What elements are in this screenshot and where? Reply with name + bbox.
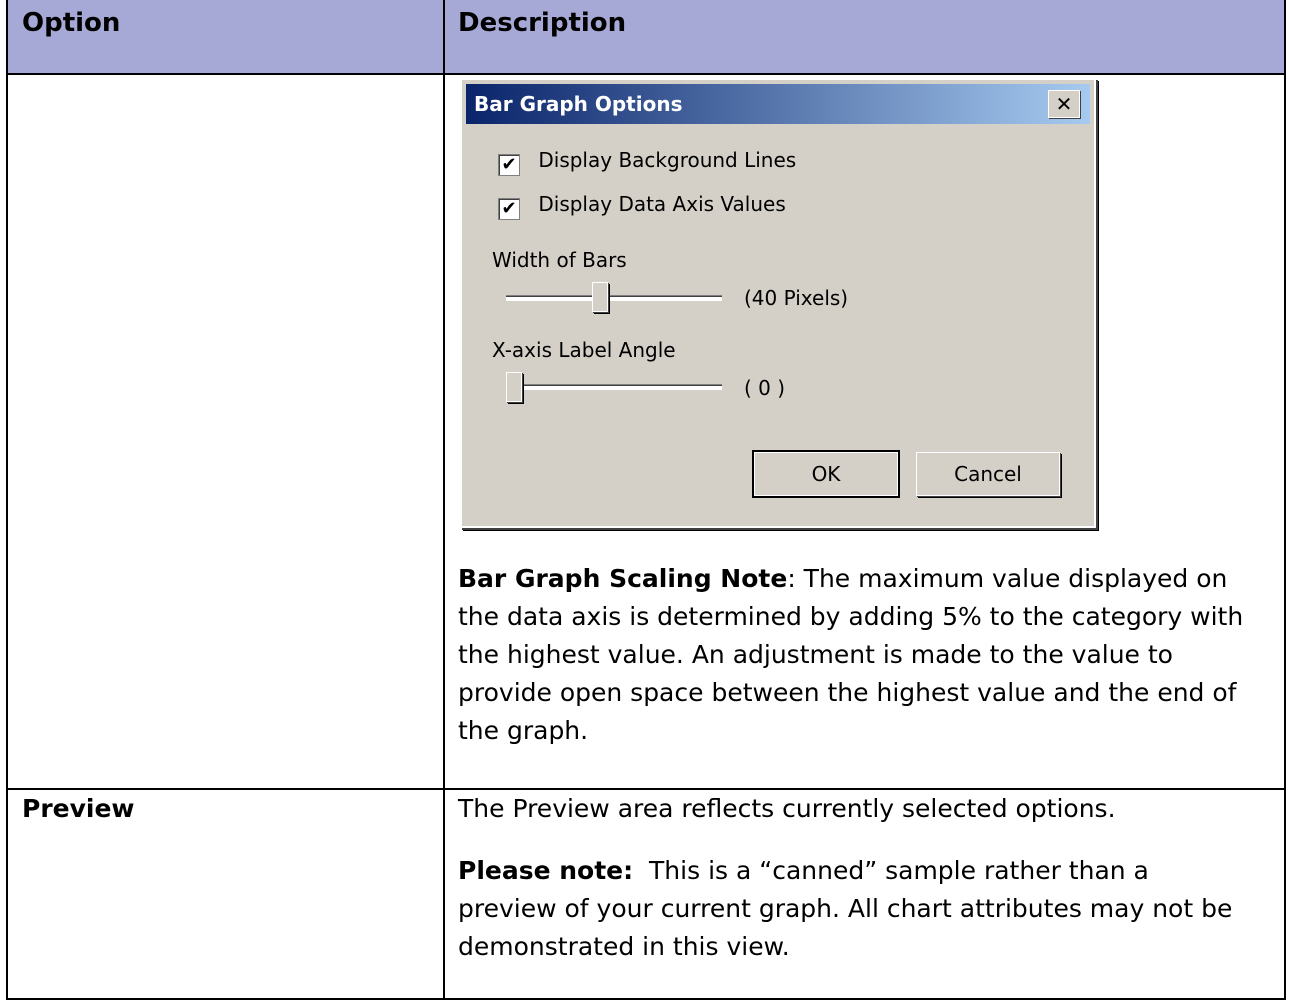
- preview-note: Please note: This is a “canned” sample r…: [458, 852, 1278, 966]
- preview-note-title: Please note:: [458, 856, 634, 885]
- table-left-border: [6, 0, 8, 1000]
- width-slider-thumb[interactable]: [592, 282, 609, 312]
- width-slider-track[interactable]: [506, 295, 722, 301]
- scaling-note-line-4: provide open space between the highest v…: [458, 678, 1237, 707]
- preview-description: The Preview area reflects currently sele…: [458, 794, 1116, 823]
- table-right-border: [1284, 0, 1286, 1000]
- scaling-note-line-5: the graph.: [458, 716, 589, 745]
- preview-note-line-1: This is a “canned” sample rather than a: [633, 856, 1149, 885]
- dialog-title: Bar Graph Options: [474, 92, 683, 116]
- option-column-header: Option: [22, 8, 121, 38]
- scaling-note-title: Bar Graph Scaling Note: [458, 564, 788, 593]
- cancel-button[interactable]: Cancel: [916, 452, 1060, 496]
- description-column-header: Description: [458, 8, 627, 38]
- angle-slider-value: ( 0 ): [744, 376, 786, 400]
- close-button[interactable]: ✕: [1048, 90, 1080, 118]
- width-of-bars-label: Width of Bars: [492, 248, 627, 272]
- scaling-note-line-3: the highest value. An adjustment is made…: [458, 640, 1173, 669]
- preview-option-label: Preview: [22, 794, 135, 823]
- angle-slider-thumb[interactable]: [506, 372, 522, 402]
- axis-values-label: Display Data Axis Values: [538, 192, 786, 216]
- scaling-note: Bar Graph Scaling Note: The maximum valu…: [458, 560, 1278, 750]
- background-lines-checkbox[interactable]: ✔: [498, 154, 520, 176]
- angle-slider-track[interactable]: [506, 384, 722, 390]
- scaling-note-line-1: : The maximum value displayed on: [787, 564, 1228, 593]
- display-axis-values-row[interactable]: ✔ Display Data Axis Values: [498, 192, 786, 220]
- width-slider-value: (40 Pixels): [744, 286, 849, 310]
- ok-button[interactable]: OK: [752, 450, 900, 498]
- x-axis-label-angle-label: X-axis Label Angle: [492, 338, 676, 362]
- bar-graph-options-dialog: Bar Graph Options ✕ ✔ Display Background…: [460, 78, 1096, 528]
- dialog-titlebar: Bar Graph Options ✕: [466, 84, 1090, 124]
- preview-note-line-3: demonstrated in this view.: [458, 932, 790, 961]
- column-divider: [443, 0, 445, 1000]
- display-background-lines-row[interactable]: ✔ Display Background Lines: [498, 148, 796, 176]
- axis-values-checkbox[interactable]: ✔: [498, 198, 520, 220]
- table-header: Option Description: [6, 0, 1286, 75]
- preview-note-line-2: preview of your current graph. All chart…: [458, 894, 1233, 923]
- background-lines-label: Display Background Lines: [538, 148, 797, 172]
- scaling-note-line-2: the data axis is determined by adding 5%…: [458, 602, 1244, 631]
